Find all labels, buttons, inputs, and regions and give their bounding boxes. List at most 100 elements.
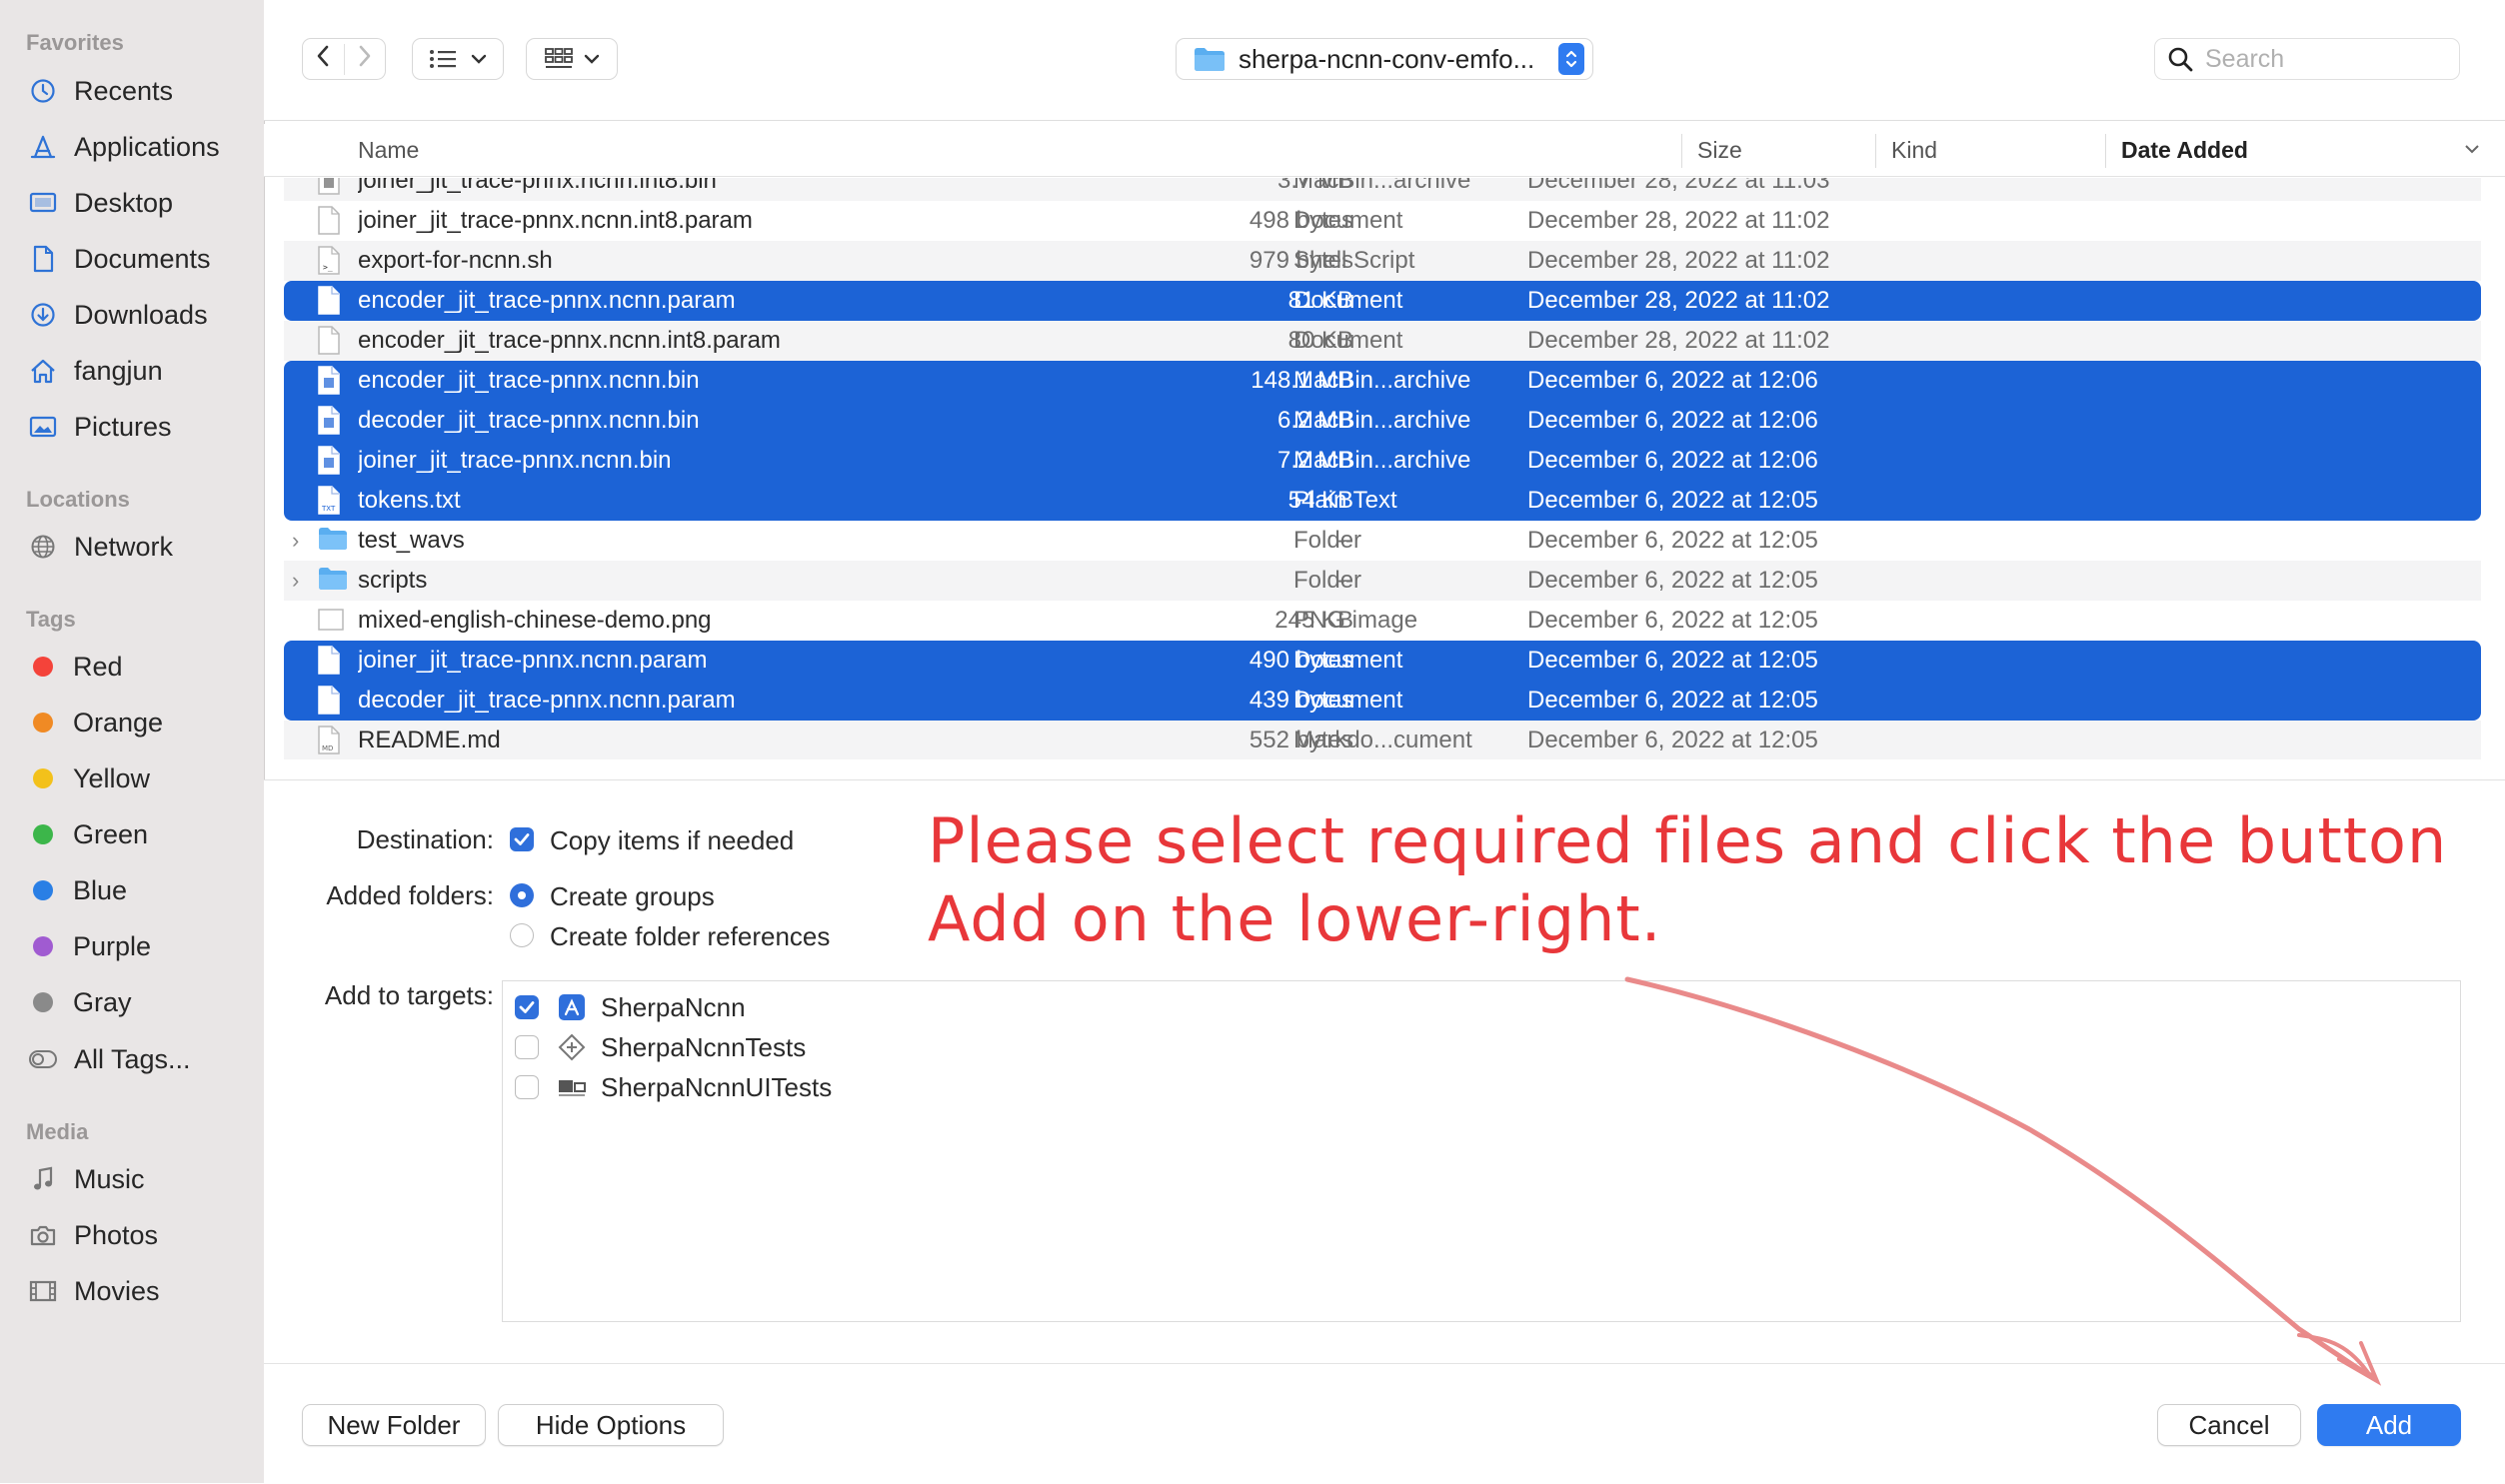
tag-color-dot-icon: [33, 824, 53, 844]
file-date-added: December 6, 2022 at 12:05: [1527, 687, 1818, 714]
forward-button[interactable]: [345, 44, 386, 75]
tag-outline-icon: [26, 1044, 60, 1074]
file-icon: [318, 686, 340, 715]
column-date-header[interactable]: Date Added: [2121, 124, 2248, 176]
sidebar-item-red[interactable]: Red: [26, 647, 246, 687]
sidebar-item-network[interactable]: Network: [26, 527, 246, 567]
file-name: test_wavs: [358, 527, 465, 554]
sidebar-item-all-tags[interactable]: All Tags...: [26, 1039, 246, 1079]
column-divider[interactable]: [2105, 134, 2106, 168]
target-row-sherpancnnuitests[interactable]: SherpaNcnnUITests: [515, 1069, 1115, 1105]
file-row[interactable]: joiner_jit_trace-pnnx.ncnn.int8.bin 3.7 M…: [284, 178, 2481, 201]
sidebar-item-green[interactable]: Green: [26, 814, 246, 854]
file-row[interactable]: mixed-english-chinese-demo.png 245 KB PNG …: [284, 601, 2481, 641]
file-row[interactable]: MD README.md 552 bytes Markdo...cument Decem…: [284, 721, 2481, 759]
sidebar-item-desktop[interactable]: Desktop: [26, 183, 246, 223]
file-row[interactable]: joiner_jit_trace-pnnx.ncnn.bin 7.2 MB MacB…: [284, 441, 2481, 481]
search-field[interactable]: Search: [2154, 38, 2460, 80]
disclosure-chevron-icon[interactable]: ›: [292, 561, 299, 601]
tag-color-dot-icon: [33, 768, 53, 788]
create-folder-references-radio[interactable]: [510, 923, 534, 947]
sidebar-item-gray[interactable]: Gray: [26, 982, 246, 1022]
targets-list[interactable]: SherpaNcnn SherpaNcnnTests SherpaNcnnUITes…: [502, 980, 2461, 1322]
file-row[interactable]: encoder_jit_trace-pnnx.ncnn.int8.param 80…: [284, 321, 2481, 361]
sidebar-item-orange[interactable]: Orange: [26, 703, 246, 742]
column-size-header[interactable]: Size: [1697, 124, 1742, 176]
music-icon: [26, 1164, 60, 1194]
sidebar-item-yellow[interactable]: Yellow: [26, 758, 246, 798]
create-groups-radio[interactable]: [510, 883, 534, 907]
group-view-button[interactable]: [526, 38, 618, 80]
path-popup-button[interactable]: sherpa-ncnn-conv-emfo...: [1176, 38, 1593, 80]
target-checkbox[interactable]: [515, 1035, 539, 1059]
sidebar-item-photos[interactable]: Photos: [26, 1215, 246, 1255]
file-name: joiner_jit_trace-pnnx.ncnn.int8.bin: [358, 178, 717, 194]
file-name: encoder_jit_trace-pnnx.ncnn.param: [358, 287, 736, 314]
file-row[interactable]: encoder_jit_trace-pnnx.ncnn.bin 148.1 MB M…: [284, 361, 2481, 401]
sidebar-item-music[interactable]: Music: [26, 1159, 246, 1199]
column-kind-header[interactable]: Kind: [1891, 124, 1937, 176]
sidebar-item-purple[interactable]: Purple: [26, 926, 246, 966]
file-kind: Document: [1293, 687, 1403, 714]
sidebar-item-movies[interactable]: Movies: [26, 1271, 246, 1311]
create-folder-references-label[interactable]: Create folder references: [550, 921, 830, 952]
file-date-added: December 6, 2022 at 12:05: [1527, 727, 1818, 753]
sidebar-item-label: Applications: [74, 131, 220, 162]
back-button[interactable]: [303, 43, 345, 75]
target-checkbox[interactable]: [515, 995, 539, 1019]
sidebar-item-label: fangjun: [74, 355, 163, 386]
target-row-sherpancnn[interactable]: SherpaNcnn: [515, 989, 1115, 1025]
test-target-icon: [557, 1032, 587, 1062]
file-date-added: December 28, 2022 at 11:02: [1527, 247, 1830, 274]
file-date-added: December 28, 2022 at 11:02: [1527, 287, 1830, 314]
list-view-button[interactable]: [412, 38, 504, 80]
column-header: Name Size Kind Date Added: [264, 124, 2505, 177]
file-row[interactable]: › test_wavs -- Folder December 6, 2022 at 12…: [284, 521, 2481, 561]
network-icon: [26, 532, 60, 562]
target-checkbox[interactable]: [515, 1075, 539, 1099]
file-row[interactable]: joiner_jit_trace-pnnx.ncnn.param 490 byte…: [284, 641, 2481, 681]
column-divider[interactable]: [1875, 134, 1876, 168]
file-icon: [318, 606, 344, 635]
hide-options-button[interactable]: Hide Options: [498, 1404, 724, 1446]
file-list[interactable]: joiner_jit_trace-pnnx.ncnn.int8.bin 3.7 M…: [264, 178, 2505, 759]
new-folder-button[interactable]: New Folder: [302, 1404, 486, 1446]
svg-text:>_: >_: [323, 263, 333, 272]
file-row[interactable]: >_ export-for-ncnn.sh 979 bytes Shell Scrip…: [284, 241, 2481, 281]
file-icon: [318, 206, 340, 235]
copy-items-checkbox[interactable]: [510, 827, 534, 851]
file-row[interactable]: decoder_jit_trace-pnnx.ncnn.bin 6.2 MB Mac…: [284, 401, 2481, 441]
cancel-button[interactable]: Cancel: [2157, 1404, 2301, 1446]
target-row-sherpancnntests[interactable]: SherpaNcnnTests: [515, 1029, 1115, 1065]
file-row[interactable]: joiner_jit_trace-pnnx.ncnn.int8.param 498…: [284, 201, 2481, 241]
file-name: README.md: [358, 727, 501, 753]
sidebar-item-recents[interactable]: Recents: [26, 71, 246, 111]
create-groups-label[interactable]: Create groups: [550, 881, 715, 912]
file-row[interactable]: encoder_jit_trace-pnnx.ncnn.param 81 KB Do…: [284, 281, 2481, 321]
file-name: joiner_jit_trace-pnnx.ncnn.bin: [358, 447, 672, 474]
download-icon: [26, 300, 60, 330]
disclosure-chevron-icon[interactable]: ›: [292, 521, 299, 561]
file-row[interactable]: › scripts -- Folder December 6, 2022 at 12:0…: [284, 561, 2481, 601]
file-row[interactable]: decoder_jit_trace-pnnx.ncnn.param 439 byt…: [284, 681, 2481, 721]
sidebar-item-documents[interactable]: Documents: [26, 239, 246, 279]
file-kind: Markdo...cument: [1293, 727, 1472, 753]
sidebar-item-downloads[interactable]: Downloads: [26, 295, 246, 335]
sidebar-item-blue[interactable]: Blue: [26, 870, 246, 910]
sidebar-item-fangjun[interactable]: fangjun: [26, 351, 246, 391]
column-divider[interactable]: [1681, 134, 1682, 168]
add-button[interactable]: Add: [2317, 1404, 2461, 1446]
copy-items-label[interactable]: Copy items if needed: [550, 825, 794, 856]
sidebar-item-pictures[interactable]: Pictures: [26, 407, 246, 447]
file-icon: TXT: [318, 486, 340, 515]
file-date-added: December 28, 2022 at 11:03: [1527, 178, 1830, 194]
file-date-added: December 28, 2022 at 11:02: [1527, 207, 1830, 234]
chevron-left-icon: [317, 45, 329, 66]
file-icon: [318, 286, 340, 315]
column-name-header[interactable]: Name: [358, 124, 419, 176]
sidebar-item-applications[interactable]: Applications: [26, 127, 246, 167]
search-input[interactable]: Search: [2205, 45, 2284, 74]
sidebar-item-label: Music: [74, 1163, 145, 1194]
file-row[interactable]: TXT tokens.txt 54 KB Plain Text December 6, …: [284, 481, 2481, 521]
svg-text:TXT: TXT: [321, 505, 336, 513]
